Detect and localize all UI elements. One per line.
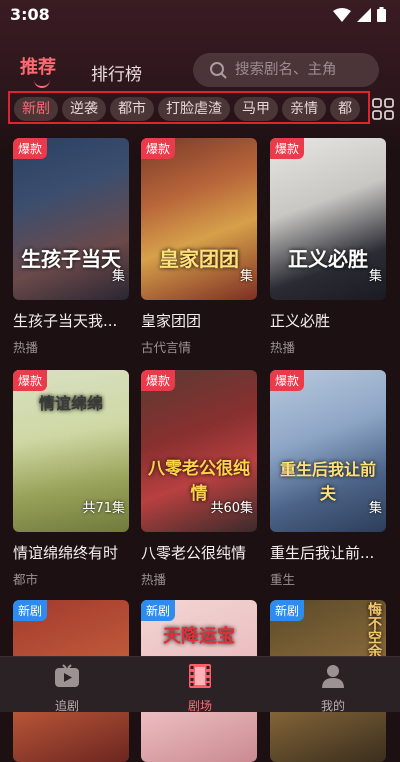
film-icon	[189, 664, 211, 688]
hot-badge: 爆款	[270, 370, 305, 391]
bottom-nav: 追剧 剧场 我的	[0, 656, 400, 714]
chip-comeback[interactable]: 逆袭	[62, 97, 106, 121]
drama-card[interactable]: 皇家团团 爆款 集 皇家团团 古代言情	[141, 138, 257, 356]
chip-face-slap[interactable]: 打脸虐渣	[158, 97, 230, 121]
drama-title: 正义必胜	[270, 312, 331, 330]
search-input[interactable]	[233, 61, 377, 79]
episode-count: 共71集	[82, 501, 125, 516]
poster-title: 重生后我让前夫	[279, 460, 376, 503]
drama-poster: 皇家团团 爆款 集	[141, 138, 257, 300]
new-badge: 新剧	[270, 600, 305, 621]
category-chip-bar[interactable]: 新剧 逆袭 都市 打脸虐渣 马甲 亲情 都	[8, 91, 370, 124]
drama-title: 生孩子当天我...	[13, 312, 118, 330]
drama-title: 情谊绵绵终有时	[13, 544, 119, 562]
episode-count: 集	[368, 269, 382, 284]
poster-title: 天降运宝	[163, 626, 235, 647]
episode-count: 集	[239, 269, 253, 284]
poster-title: 情谊绵绵	[38, 394, 103, 413]
drama-tag: 重生	[270, 572, 296, 587]
chip-more[interactable]: 都	[330, 97, 360, 121]
drama-card[interactable]: 生孩子当天 爆款 集 生孩子当天我... 热播	[13, 138, 129, 356]
search-bar[interactable]	[193, 53, 379, 87]
tv-icon	[55, 664, 79, 687]
nav-theater-label: 剧场	[187, 699, 212, 713]
tab-ranking[interactable]: 排行榜	[91, 60, 142, 85]
chip-urban[interactable]: 都市	[110, 97, 154, 121]
hot-badge: 爆款	[141, 370, 176, 391]
drama-tag: 都市	[13, 572, 39, 587]
new-badge: 新剧	[13, 600, 48, 621]
nav-theater[interactable]: 剧场	[170, 663, 230, 714]
status-bar: 3:08	[0, 0, 400, 30]
chip-new[interactable]: 新剧	[14, 97, 58, 121]
hot-badge: 爆款	[13, 370, 48, 391]
drama-card[interactable]: 重生后我让前夫 爆款 集 重生后我让前... 重生	[270, 370, 386, 588]
drama-card[interactable]: 正义必胜 爆款 集 正义必胜 热播	[270, 138, 386, 356]
status-icons	[333, 7, 386, 22]
drama-tag: 古代言情	[141, 340, 192, 355]
tab-ranking-label: 排行榜	[91, 65, 142, 85]
poster-title: 生孩子当天	[21, 247, 121, 271]
hot-badge: 爆款	[141, 138, 176, 159]
drama-tag: 热播	[141, 572, 167, 587]
drama-tag: 热播	[270, 340, 296, 355]
drama-poster: 重生后我让前夫 爆款 集	[270, 370, 386, 532]
nav-profile[interactable]: 我的	[303, 663, 363, 714]
drama-title: 皇家团团	[141, 312, 202, 330]
poster-title: 皇家团团	[159, 247, 239, 271]
status-time: 3:08	[10, 5, 50, 24]
episode-count: 共60集	[210, 501, 253, 516]
drama-card[interactable]: 八零老公很纯情 爆款 共60集 八零老公很纯情 热播	[141, 370, 257, 588]
nav-profile-label: 我的	[320, 699, 345, 713]
nav-follow[interactable]: 追剧	[37, 663, 97, 714]
drama-title: 八零老公很纯情	[141, 544, 247, 562]
drama-poster: 情谊绵绵 爆款 共71集	[13, 370, 129, 532]
drama-title: 重生后我让前...	[270, 544, 375, 562]
hot-badge: 爆款	[270, 138, 305, 159]
drama-card[interactable]: 情谊绵绵 爆款 共71集 情谊绵绵终有时 都市	[13, 370, 129, 588]
hot-badge: 爆款	[13, 138, 48, 159]
episode-count: 集	[111, 269, 125, 284]
signal-icon	[357, 7, 371, 22]
grid-menu-icon[interactable]	[372, 98, 394, 120]
tab-recommend-label: 推荐	[20, 57, 56, 78]
wifi-icon	[333, 7, 351, 22]
drama-poster: 八零老公很纯情 爆款 共60集	[141, 370, 257, 532]
drama-poster: 正义必胜 爆款 集	[270, 138, 386, 300]
episode-count: 集	[368, 501, 382, 516]
nav-follow-label: 追剧	[54, 699, 79, 713]
drama-tag: 热播	[13, 340, 39, 355]
battery-icon	[377, 7, 386, 22]
new-badge: 新剧	[141, 600, 176, 621]
search-icon	[210, 62, 227, 79]
person-icon	[322, 665, 344, 688]
poster-title: 悔不空余	[366, 602, 382, 658]
chip-family[interactable]: 亲情	[282, 97, 326, 121]
chip-hidden-identity[interactable]: 马甲	[234, 97, 278, 121]
drama-poster: 生孩子当天 爆款 集	[13, 138, 129, 300]
poster-title: 正义必胜	[288, 247, 368, 271]
tab-recommend[interactable]: 推荐	[20, 53, 56, 88]
